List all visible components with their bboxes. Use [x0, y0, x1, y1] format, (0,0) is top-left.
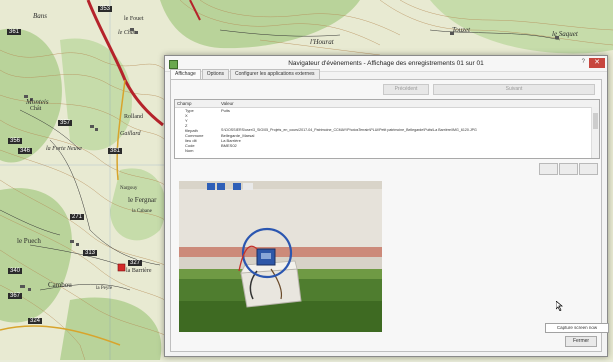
- close-icon[interactable]: ✕: [589, 58, 605, 68]
- elevation-327: 327: [128, 260, 143, 266]
- map-label-le-puech: le Puech: [17, 237, 41, 245]
- map-label-bans: Bans: [33, 12, 47, 20]
- tab-external-apps[interactable]: Configurer les applications externes: [230, 69, 320, 79]
- elevation-324: 324: [28, 318, 43, 324]
- map-label-la-cabane: la Cabane: [132, 209, 152, 214]
- event-photo[interactable]: [179, 181, 382, 332]
- cursor-icon: [556, 301, 563, 311]
- map-label-touzet: Touzet: [452, 26, 471, 34]
- scrollbar-thumb[interactable]: [593, 113, 598, 129]
- elevation-381: 381: [108, 148, 123, 154]
- column-header-field[interactable]: Champ: [177, 101, 192, 106]
- tab-bar: Affichage Options Configurer les applica…: [170, 69, 321, 80]
- elevation-346: 346: [18, 148, 33, 154]
- dialog-title: Navigateur d'évènements - Affichage des …: [288, 60, 484, 67]
- event-browser-dialog: Navigateur d'évènements - Affichage des …: [164, 55, 609, 357]
- map-label-chat2: Chât: [30, 106, 42, 112]
- event-marker[interactable]: [117, 263, 126, 272]
- zoom-out-button[interactable]: [579, 163, 598, 175]
- map-label-gaillard: Gaillard: [120, 131, 141, 137]
- next-button[interactable]: Suivant: [433, 84, 595, 95]
- map-label-fouet: le Fouet: [124, 16, 144, 22]
- column-header-value[interactable]: Valeur: [221, 101, 234, 106]
- map-label-saquet: le Saquet: [552, 30, 578, 38]
- elevation-340: 340: [8, 268, 23, 274]
- map-label-hourat: l'Hourat: [310, 38, 334, 46]
- attribute-row[interactable]: Nom: [175, 148, 591, 153]
- zoom-in-button[interactable]: [559, 163, 578, 175]
- elevation-367: 367: [8, 293, 23, 299]
- help-button[interactable]: ?: [582, 59, 585, 65]
- map-label-la-barriere: la Barrière: [126, 268, 152, 274]
- attribute-table-header: Champ Valeur: [175, 100, 599, 108]
- elevation-313: 313: [83, 250, 98, 256]
- map-label-cambou: Cambou: [48, 281, 72, 289]
- elevation-271: 271: [70, 214, 85, 220]
- map-label-la-peyre: la Peyre: [96, 286, 113, 291]
- elevation-357: 357: [58, 120, 73, 126]
- tab-panel-affichage: Précédent Suivant Champ Valeur Type Puits…: [170, 79, 609, 352]
- elevation-353: 353: [98, 6, 113, 12]
- elevation-361: 361: [7, 29, 22, 35]
- map-label-le-fergnar: le Fergnar: [128, 196, 157, 204]
- attribute-table[interactable]: Champ Valeur Type Puits X Y Z filepath S:\…: [174, 99, 600, 159]
- elevation-356: 356: [8, 138, 23, 144]
- map-label-monteis: Monteis: [26, 98, 49, 106]
- close-button[interactable]: Fermer: [565, 336, 597, 347]
- tab-options[interactable]: Options: [201, 69, 229, 79]
- map-label-nargouy: Nargouy: [120, 186, 138, 191]
- map-label-rolland: Rolland: [124, 114, 143, 120]
- zoom-fit-button[interactable]: [539, 163, 558, 175]
- attribute-scrollbar[interactable]: [591, 107, 599, 158]
- map-label-chat: le Chat: [118, 30, 136, 36]
- previous-button[interactable]: Précédent: [383, 84, 429, 95]
- map-label-forte-neuve: la Forte Neuve: [46, 146, 82, 152]
- capture-tooltip: Capture screen now: [545, 323, 609, 333]
- well-photo: [179, 181, 382, 332]
